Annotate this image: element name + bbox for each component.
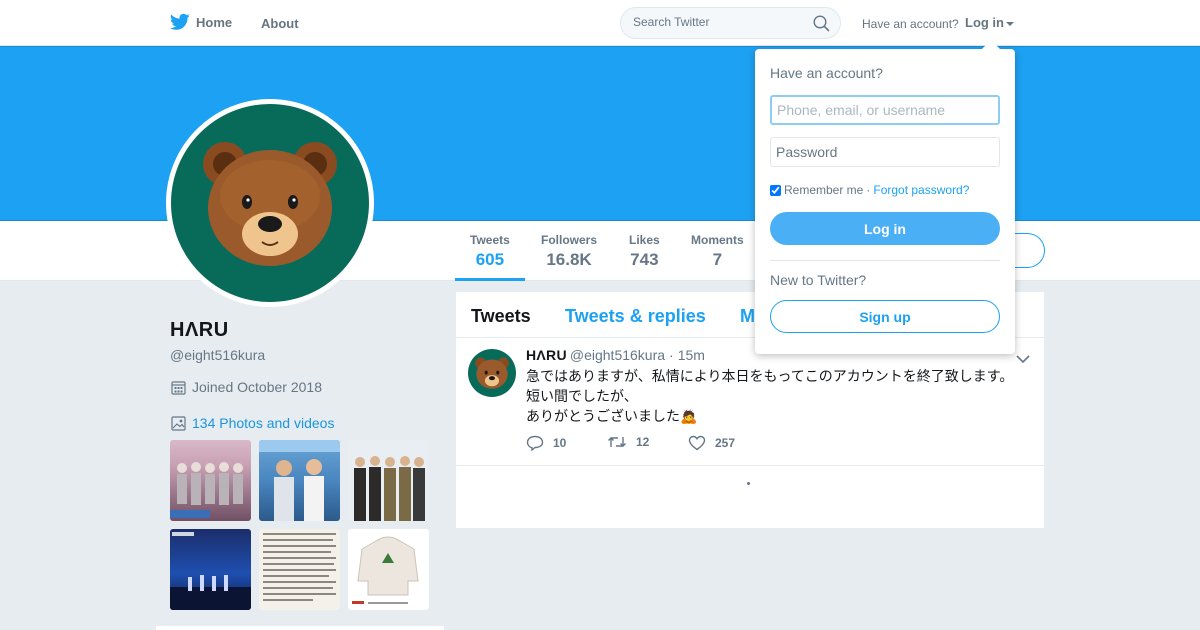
tweet-text-line: 短い間でしたが、 [526, 389, 638, 405]
stage-photo-image [259, 440, 340, 521]
remember-separator: · [866, 183, 871, 197]
tweet-text-line: ありがとうございました🙇 [526, 409, 698, 425]
tweet-author-handle[interactable]: @eight516kura [570, 347, 665, 363]
reply-count: 10 [553, 436, 567, 450]
avatar-background [171, 104, 369, 302]
chevron-down-icon[interactable] [1016, 354, 1030, 364]
bear-face-icon [475, 357, 509, 389]
media-thumbnail[interactable] [348, 529, 429, 610]
like-count: 257 [715, 436, 736, 450]
calendar-icon [171, 380, 186, 395]
reply-button[interactable]: 10 [526, 435, 566, 451]
text-screenshot-image [263, 533, 336, 601]
stat-followers-label: Followers [541, 233, 598, 247]
tweet-avatar[interactable] [468, 349, 516, 397]
media-thumbnail[interactable] [259, 529, 340, 610]
signup-button[interactable]: Sign up [770, 300, 1000, 333]
new-to-twitter-text: New to Twitter? [770, 272, 867, 288]
heart-icon [688, 435, 706, 451]
tab-tweets-and-replies[interactable]: Tweets & replies [565, 306, 706, 327]
login-dropdown: Have an account? Remember me · Forgot pa… [755, 40, 1015, 354]
remember-me-row: Remember me · Forgot password? [770, 183, 969, 197]
login-dropdown-toggle[interactable]: Log in [965, 15, 1014, 30]
top-navigation-bar: Home About Have an account? Log in [0, 0, 1200, 46]
stat-tweets[interactable]: Tweets 605 [455, 233, 525, 281]
joined-date: Joined October 2018 [171, 379, 322, 395]
stat-moments[interactable]: Moments 7 [691, 233, 744, 270]
stat-likes-label: Likes [629, 233, 660, 247]
reply-icon [526, 435, 544, 451]
stat-likes[interactable]: Likes 743 [629, 233, 660, 270]
forgot-password-link[interactable]: Forgot password? [873, 183, 969, 197]
twitter-bird-icon [170, 13, 190, 30]
like-button[interactable]: 257 [688, 435, 735, 451]
group-photo-image [170, 462, 243, 518]
tab-media[interactable]: M [740, 306, 755, 327]
hoodie-product-image [352, 536, 419, 604]
profile-avatar[interactable] [166, 99, 374, 307]
profile-card-edge [156, 626, 444, 630]
dropdown-divider [770, 260, 1000, 261]
stat-followers[interactable]: Followers 16.8K [541, 233, 597, 270]
tweet-header: HΛRU @eight516kura · 15m [526, 347, 705, 363]
password-field[interactable] [770, 137, 1000, 167]
nav-home-label: Home [196, 14, 233, 30]
stat-tweets-value: 605 [475, 250, 505, 269]
search-input[interactable] [633, 15, 803, 29]
nav-about-link[interactable]: About [261, 16, 299, 31]
media-thumbnail[interactable] [259, 440, 340, 521]
remember-me-checkbox[interactable] [770, 184, 781, 196]
nav-home-link[interactable]: Home [170, 13, 232, 31]
retweet-count: 12 [636, 435, 650, 449]
photo-icon [171, 415, 186, 431]
caret-down-icon [1006, 21, 1014, 26]
tab-tweets[interactable]: Tweets [471, 306, 531, 327]
stat-tweets-label: Tweets [470, 233, 510, 247]
search-box [620, 7, 841, 39]
tweet-item[interactable]: HΛRU @eight516kura · 15m 急ではありますが、私情により本日をも… [456, 338, 1044, 466]
media-thumbnail[interactable] [170, 529, 251, 610]
stat-likes-value: 743 [630, 250, 659, 269]
tweet-text: 急ではありますが、私情により本日をもってこのアカウントを終了致します。 短い間で… [526, 367, 1036, 427]
remember-me-label[interactable]: Remember me [784, 183, 863, 197]
tweet-text-line: 急ではありますが、私情により本日をもってこのアカウントを終了致します。 [526, 369, 1014, 385]
stat-followers-value: 16.8K [546, 250, 592, 269]
group-photo-image [354, 456, 425, 521]
loading-indicator [747, 482, 750, 485]
tweet-author-name[interactable]: HΛRU [526, 347, 567, 363]
username-field[interactable] [770, 95, 1000, 125]
profile-name[interactable]: HΛRU [170, 319, 229, 342]
retweet-icon [608, 437, 626, 447]
login-dropdown-title: Have an account? [770, 65, 883, 81]
bear-face-icon [203, 141, 337, 266]
stat-moments-value: 7 [712, 250, 723, 269]
media-thumbnail[interactable] [170, 440, 251, 521]
concert-photo-image [170, 532, 251, 610]
media-thumbnail[interactable] [348, 440, 429, 521]
stat-moments-label: Moments [691, 233, 744, 247]
retweet-button[interactable]: 12 [607, 435, 649, 449]
tweet-meta-separator: · [669, 347, 674, 363]
search-icon[interactable] [813, 15, 830, 32]
tweet-timestamp[interactable]: 15m [678, 347, 705, 363]
joined-text: Joined October 2018 [192, 379, 322, 395]
login-link-label: Log in [965, 15, 1004, 30]
login-button[interactable]: Log in [770, 212, 1000, 245]
have-account-text: Have an account? [862, 17, 959, 31]
photos-videos-label: 134 Photos and videos [192, 415, 335, 431]
photos-videos-link[interactable]: 134 Photos and videos [171, 415, 334, 431]
profile-handle[interactable]: @eight516kura [170, 347, 265, 363]
